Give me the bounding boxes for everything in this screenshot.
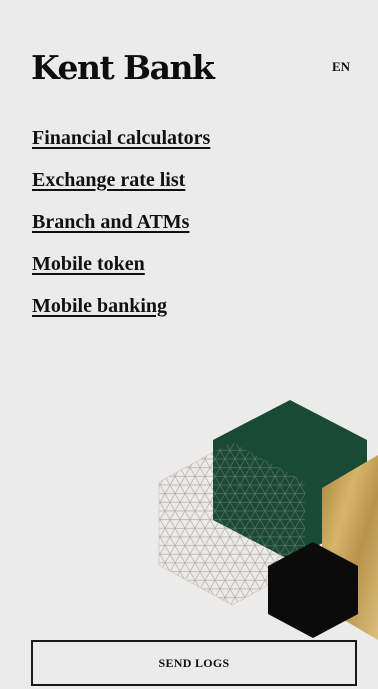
bank-logo: Kent Bank	[31, 48, 215, 87]
menu-item-mobile-banking: Mobile banking	[32, 292, 210, 334]
send-logs-button[interactable]: SEND LOGS	[31, 640, 357, 686]
mobile-banking-link[interactable]: Mobile banking	[32, 295, 167, 317]
branch-and-atms-link[interactable]: Branch and ATMs	[32, 211, 189, 233]
hexagon-art	[158, 400, 378, 640]
language-switcher[interactable]: EN	[332, 59, 350, 75]
menu-item-exchange-rate-list: Exchange rate list	[32, 166, 210, 208]
main-menu: Financial calculators Exchange rate list…	[32, 124, 210, 334]
menu-item-branch-and-atms: Branch and ATMs	[32, 208, 210, 250]
exchange-rate-list-link[interactable]: Exchange rate list	[32, 169, 185, 191]
mobile-token-link[interactable]: Mobile token	[32, 253, 145, 275]
menu-item-mobile-token: Mobile token	[32, 250, 210, 292]
financial-calculators-link[interactable]: Financial calculators	[32, 127, 210, 149]
menu-item-financial-calculators: Financial calculators	[32, 124, 210, 166]
